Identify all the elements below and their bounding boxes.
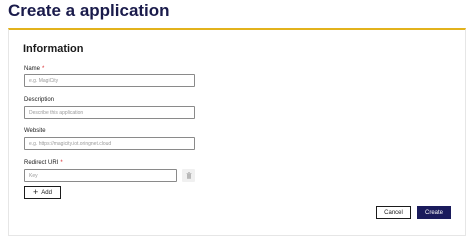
redirect-uri-required-mark: * xyxy=(60,160,63,166)
name-input[interactable] xyxy=(24,74,195,87)
cancel-button[interactable]: Cancel xyxy=(376,206,411,219)
name-required-mark: * xyxy=(42,66,45,72)
description-input[interactable] xyxy=(24,106,195,119)
redirect-uri-label: Redirect URI * xyxy=(24,160,63,166)
redirect-uri-label-text: Redirect URI xyxy=(24,160,59,166)
trash-icon xyxy=(186,172,191,179)
page-title: Create a application xyxy=(8,1,170,20)
name-label-text: Name xyxy=(24,66,41,72)
add-button-label: Add xyxy=(41,189,52,196)
create-button[interactable]: Create xyxy=(417,206,451,219)
name-label: Name * xyxy=(24,66,44,72)
website-label: Website xyxy=(24,128,46,134)
website-input[interactable] xyxy=(24,137,195,150)
remove-uri-button[interactable] xyxy=(182,169,195,182)
add-uri-button[interactable]: + Add xyxy=(24,186,61,199)
section-title: Information xyxy=(23,43,84,55)
description-label: Description xyxy=(24,97,55,103)
information-card xyxy=(8,28,466,236)
plus-icon: + xyxy=(33,187,39,197)
redirect-uri-input[interactable] xyxy=(24,169,177,182)
